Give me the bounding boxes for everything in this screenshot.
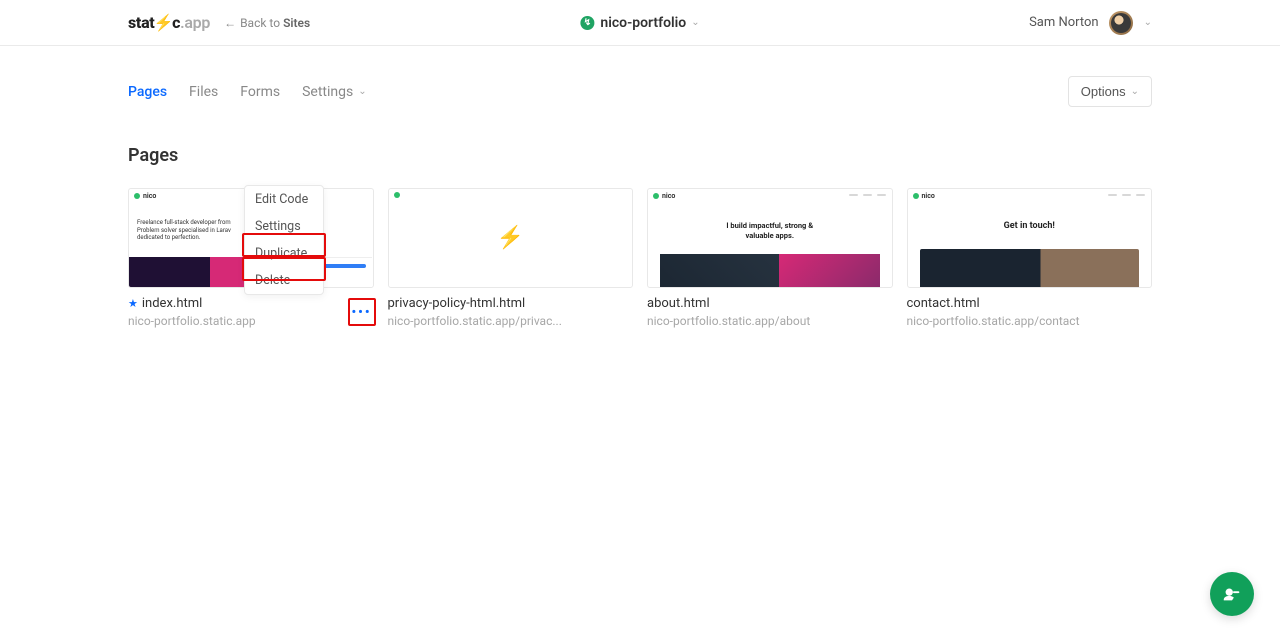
- thumb-text: valuable apps.: [648, 231, 892, 241]
- thumb-text: Get in touch!: [908, 221, 1152, 231]
- status-dot-icon: [134, 193, 140, 199]
- page-thumbnail[interactable]: nico I build impactful, strong & valuabl…: [647, 188, 893, 288]
- thumb-logo: nico: [922, 192, 935, 200]
- status-dot-icon: [913, 193, 919, 199]
- back-to-sites-link[interactable]: ← Back to Sites: [224, 16, 310, 30]
- logo[interactable]: stat⚡c.app: [128, 13, 210, 32]
- page-card: ⚡ privacy-policy-html.html nico-portfoli…: [388, 188, 634, 328]
- back-prefix: Back to: [240, 16, 280, 30]
- thumb-logo: nico: [143, 192, 156, 200]
- back-target: Sites: [283, 16, 310, 30]
- tab-settings[interactable]: Settings ⌄: [302, 84, 367, 100]
- context-menu: Edit Code Settings Duplicate Delete: [244, 185, 324, 295]
- chevron-down-icon: ⌄: [1144, 17, 1152, 28]
- thumb-text: Freelance full-stack developer from: [137, 219, 231, 227]
- menu-settings[interactable]: Settings: [245, 213, 323, 240]
- thumb-text: I build impactful, strong &: [648, 221, 892, 231]
- logo-text2: c: [172, 13, 180, 32]
- chevron-down-icon: ⌄: [691, 17, 699, 28]
- page-thumbnail[interactable]: ⚡: [388, 188, 634, 288]
- star-icon: ★: [128, 297, 138, 310]
- thumb-text: dedicated to perfection.: [137, 234, 231, 242]
- page-title: index.html: [142, 296, 202, 311]
- bolt-icon: ⚡: [153, 13, 173, 32]
- page-title: about.html: [647, 296, 710, 311]
- page-card: nico Freelance full-stack developer from…: [128, 188, 374, 328]
- bolt-icon: ⚡: [497, 226, 524, 251]
- status-dot-icon: [653, 193, 659, 199]
- site-selector[interactable]: nico-portfolio ⌄: [580, 15, 699, 31]
- options-button[interactable]: Options ⌄: [1068, 76, 1152, 107]
- tab-files[interactable]: Files: [189, 84, 218, 100]
- thumb-logo: nico: [662, 192, 675, 200]
- section-title: Pages: [128, 145, 1152, 166]
- page-url: nico-portfolio.static.app/contact: [907, 314, 1153, 328]
- logo-text: stat: [128, 13, 154, 32]
- page-url: nico-portfolio.static.app/about: [647, 314, 893, 328]
- more-options-button[interactable]: •••: [348, 298, 376, 326]
- page-url: nico-portfolio.static.app/privac...: [388, 314, 634, 328]
- page-title: privacy-policy-html.html: [388, 296, 526, 311]
- user-menu[interactable]: Sam Norton ⌄: [1029, 11, 1152, 35]
- tab-forms[interactable]: Forms: [240, 84, 280, 100]
- chat-fab[interactable]: [1210, 572, 1254, 616]
- page-card: nico I build impactful, strong & valuabl…: [647, 188, 893, 328]
- menu-edit-code[interactable]: Edit Code: [245, 186, 323, 213]
- avatar: [1109, 11, 1133, 35]
- chevron-down-icon: ⌄: [1131, 86, 1139, 97]
- site-status-icon: [580, 16, 594, 30]
- thumb-text: Problem solver specialised in Larav: [137, 227, 231, 235]
- menu-duplicate[interactable]: Duplicate: [245, 240, 323, 267]
- chevron-down-icon: ⌄: [358, 86, 366, 97]
- options-label: Options: [1081, 84, 1126, 99]
- page-card: nico Get in touch! contact.html nico-por…: [907, 188, 1153, 328]
- page-thumbnail[interactable]: nico Get in touch!: [907, 188, 1153, 288]
- tab-pages[interactable]: Pages: [128, 84, 167, 100]
- arrow-left-icon: ←: [224, 16, 236, 30]
- page-title: contact.html: [907, 296, 980, 311]
- user-name: Sam Norton: [1029, 15, 1099, 30]
- chat-icon: [1221, 583, 1243, 605]
- status-dot-icon: [394, 192, 400, 198]
- page-url: nico-portfolio.static.app: [128, 314, 374, 328]
- menu-delete[interactable]: Delete: [245, 267, 323, 294]
- site-name: nico-portfolio: [600, 15, 686, 31]
- logo-app: .app: [180, 13, 210, 32]
- tab-settings-label: Settings: [302, 84, 353, 100]
